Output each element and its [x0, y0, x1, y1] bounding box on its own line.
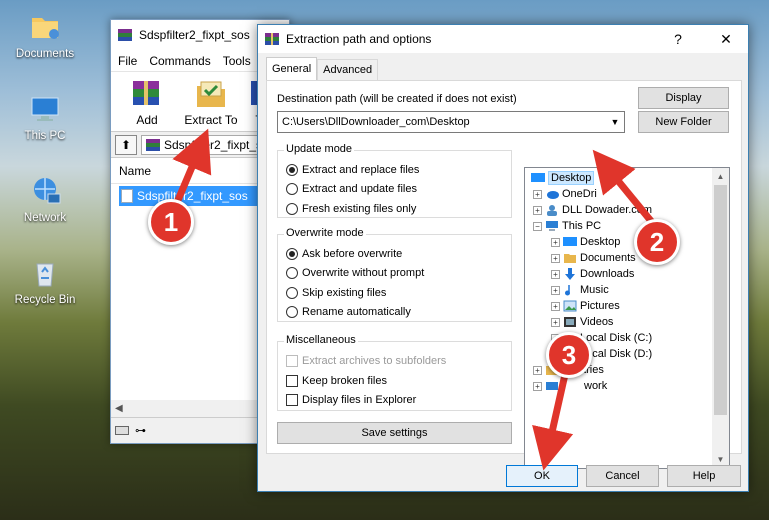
- arrow-3: [532, 369, 574, 471]
- annotation-badge-3: 3: [546, 332, 592, 378]
- annotation-badge-1: 1: [148, 199, 194, 245]
- annotation-badge-2: 2: [634, 219, 680, 265]
